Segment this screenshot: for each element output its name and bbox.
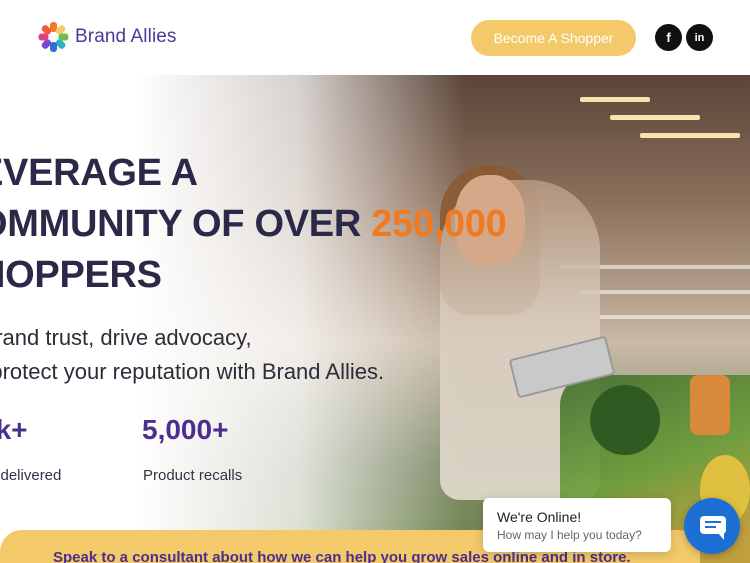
facebook-icon[interactable]: f	[655, 24, 682, 51]
produce-item	[690, 375, 730, 435]
stat-recalls-value: 5,000+	[142, 414, 229, 445]
ceiling-light	[610, 115, 700, 120]
chat-greeting-bubble[interactable]: We're Online! How may I help you today?	[483, 498, 671, 552]
headline-accent-number: 250,000	[371, 203, 507, 245]
produce-item	[590, 385, 660, 455]
chat-launcher-button[interactable]	[684, 498, 740, 554]
hero-subtext: l brand trust, drive advocacy, d protect…	[0, 321, 384, 389]
linkedin-glyph: in	[694, 31, 705, 44]
brand-name: Brand Allies	[75, 26, 177, 47]
brand-logo-mark-icon	[38, 22, 68, 52]
facebook-glyph: f	[666, 30, 671, 45]
headline-text: OMMUNITY OF OVER	[0, 203, 372, 245]
headline-line: EVERAGE A	[0, 152, 198, 194]
headline-line: HOPPERS	[0, 254, 162, 296]
stat-reviews-value: 0k+	[0, 414, 28, 445]
linkedin-icon[interactable]: in	[686, 24, 713, 51]
chat-title: We're Online!	[497, 509, 582, 525]
brand-logo[interactable]: Brand Allies	[38, 22, 177, 52]
site-header: Brand Allies Become A Shopper f in	[0, 0, 750, 75]
ceiling-light	[580, 97, 650, 102]
stat-recalls-label: Product recalls	[143, 467, 243, 484]
store-shelf	[600, 315, 750, 319]
chat-icon	[700, 516, 726, 540]
chat-subtitle: How may I help you today?	[497, 528, 642, 542]
become-a-shopper-button[interactable]: Become A Shopper	[471, 20, 636, 56]
headline-line: OMMUNITY OF OVER 250,000	[0, 199, 507, 250]
subtext-line: l brand trust, drive advocacy,	[0, 325, 252, 350]
ceiling-light	[640, 133, 740, 138]
hero-headline: EVERAGE A OMMUNITY OF OVER 250,000 HOPPE…	[0, 148, 507, 301]
stat-reviews-label: ws delivered	[0, 467, 62, 484]
subtext-line: d protect your reputation with Brand All…	[0, 359, 385, 384]
store-shelf	[580, 290, 750, 294]
